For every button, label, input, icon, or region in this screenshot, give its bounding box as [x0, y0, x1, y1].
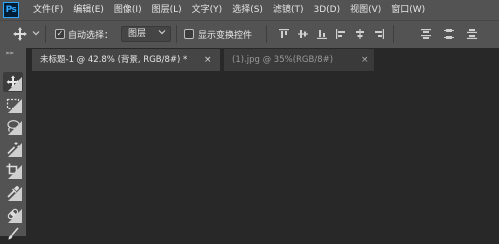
distribute-bottom-edges-icon[interactable]	[466, 28, 478, 40]
auto-select-checkbox[interactable]: ✓	[55, 29, 65, 39]
tab-1-jpg[interactable]: (1).jpg @ 35%(RGB/8#) ×	[224, 49, 374, 71]
distribute-vertical-centers-icon[interactable]	[443, 28, 455, 40]
menu-type[interactable]: 文字(Y)	[187, 0, 228, 20]
divider	[45, 25, 46, 43]
align-top-edges-icon[interactable]	[278, 28, 290, 40]
menu-window[interactable]: 窗口(W)	[386, 0, 430, 20]
menu-select[interactable]: 选择(S)	[227, 0, 268, 20]
menu-file[interactable]: 文件(F)	[28, 0, 68, 20]
align-bottom-edges-icon[interactable]	[316, 28, 328, 40]
crop-tool[interactable]	[3, 160, 23, 180]
close-icon[interactable]: ×	[361, 49, 369, 71]
auto-select-target-dropdown[interactable]: 图层	[121, 26, 171, 42]
divider	[266, 25, 267, 43]
tool-group-corner-icon	[8, 99, 22, 113]
chevron-down-icon	[158, 30, 166, 35]
tool-group-corner-icon	[8, 121, 22, 135]
tool-group-corner-icon	[8, 143, 22, 157]
tool-group-corner-icon	[8, 187, 22, 201]
brush-tool[interactable]	[3, 224, 23, 244]
auto-select-target-value: 图层	[128, 29, 147, 39]
brush-tool-icon	[8, 227, 19, 240]
photoshop-logo-icon[interactable]: Ps	[3, 2, 19, 18]
checkmark-icon: ✓	[56, 29, 64, 38]
rectangular-marquee-tool[interactable]	[3, 94, 23, 114]
document-canvas[interactable]	[26, 71, 499, 236]
panel-grip-icon[interactable]	[4, 51, 22, 55]
show-transform-controls-checkbox[interactable]	[184, 29, 194, 39]
distribute-top-edges-icon[interactable]	[420, 28, 432, 40]
tools-panel	[0, 48, 26, 240]
options-bar: ✓ 自动选择： 图层 显示变换控件	[0, 20, 499, 48]
tab-label: (1).jpg @ 35%(RGB/8#)	[232, 55, 334, 65]
auto-select-label: 自动选择：	[68, 31, 114, 41]
menu-edit[interactable]: 编辑(E)	[68, 0, 109, 20]
close-icon[interactable]: ×	[204, 49, 212, 71]
tool-preset-chevron-down-icon[interactable]	[32, 29, 40, 37]
align-horizontal-centers-icon[interactable]	[354, 28, 366, 40]
lasso-tool[interactable]	[3, 116, 23, 136]
tool-group-corner-icon	[8, 209, 22, 223]
move-tool-icon[interactable]	[12, 26, 28, 42]
menu-layer[interactable]: 图层(L)	[147, 0, 187, 20]
document-tab-bar: 未标题-1 @ 42.8% (背景, RGB/8#) * × (1).jpg @…	[26, 49, 499, 71]
divider	[393, 25, 394, 43]
align-right-edges-icon[interactable]	[373, 28, 385, 40]
menu-image[interactable]: 图像(I)	[109, 0, 147, 20]
tab-untitled-1[interactable]: 未标题-1 @ 42.8% (背景, RGB/8#) * ×	[32, 49, 220, 71]
eyedropper-tool[interactable]	[3, 182, 23, 202]
menu-3d[interactable]: 3D(D)	[308, 0, 345, 20]
tool-group-corner-icon	[8, 165, 22, 179]
show-transform-controls-label: 显示变换控件	[198, 31, 253, 41]
align-left-edges-icon[interactable]	[335, 28, 347, 40]
align-vertical-centers-icon[interactable]	[297, 28, 309, 40]
menu-bar: Ps 文件(F) 编辑(E) 图像(I) 图层(L) 文字(Y) 选择(S) 滤…	[0, 0, 499, 20]
healing-brush-tool[interactable]	[3, 204, 23, 224]
tab-label: 未标题-1 @ 42.8% (背景, RGB/8#) *	[40, 55, 188, 65]
divider	[176, 25, 177, 43]
menu-view[interactable]: 视图(V)	[345, 0, 386, 20]
move-tool[interactable]	[3, 72, 23, 92]
magic-wand-tool[interactable]	[3, 138, 23, 158]
tool-group-corner-icon	[8, 77, 22, 91]
menu-filter[interactable]: 滤镜(T)	[268, 0, 309, 20]
